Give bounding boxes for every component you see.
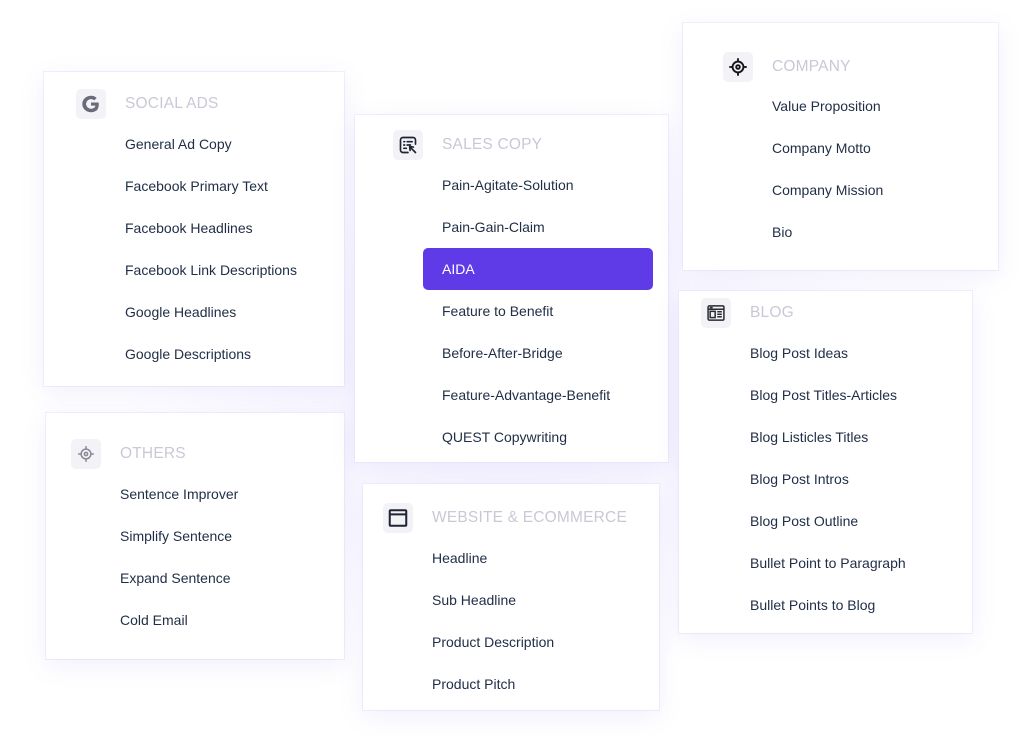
card-others: OTHERS Sentence Improver Simplify Senten… <box>46 413 344 659</box>
google-g-icon <box>76 89 106 119</box>
card-title: BLOG <box>750 304 794 321</box>
card-social-ads: SOCIAL ADS General Ad Copy Facebook Prim… <box>44 72 344 386</box>
list-item[interactable]: Google Headlines <box>125 291 297 333</box>
list-item-selected[interactable]: AIDA <box>423 248 653 290</box>
list-item[interactable]: Bullet Point to Paragraph <box>750 542 906 584</box>
card-company: COMPANY Value Proposition Company Motto … <box>683 23 998 270</box>
list-item[interactable]: Pain-Agitate-Solution <box>423 164 653 206</box>
list-item[interactable]: Feature to Benefit <box>423 290 653 332</box>
card-title: OTHERS <box>120 445 186 462</box>
card-header: BLOG <box>701 298 794 328</box>
list-item[interactable]: Blog Post Ideas <box>750 332 906 374</box>
list-item[interactable]: Bullet Points to Blog <box>750 584 906 626</box>
card-header: WEBSITE & ECOMMERCE <box>383 503 627 533</box>
card-website-ecommerce: WEBSITE & ECOMMERCE Headline Sub Headlin… <box>363 484 659 710</box>
item-list: Headline Sub Headline Product Descriptio… <box>432 537 554 705</box>
item-list: Pain-Agitate-Solution Pain-Gain-Claim AI… <box>423 164 653 458</box>
list-item[interactable]: Headline <box>432 537 554 579</box>
list-item[interactable]: Sub Headline <box>432 579 554 621</box>
list-item[interactable]: Product Pitch <box>432 663 554 705</box>
list-item[interactable]: Feature-Advantage-Benefit <box>423 374 653 416</box>
card-header: COMPANY <box>723 52 851 82</box>
card-sales-copy: SALES COPY Pain-Agitate-Solution Pain-Ga… <box>355 115 668 462</box>
list-item[interactable]: QUEST Copywriting <box>423 416 653 458</box>
card-title: WEBSITE & ECOMMERCE <box>432 509 627 526</box>
crosshair-target-icon <box>723 52 753 82</box>
list-item[interactable]: Product Description <box>432 621 554 663</box>
list-item[interactable]: Blog Listicles Titles <box>750 416 906 458</box>
card-header: OTHERS <box>71 439 186 469</box>
blog-layout-icon <box>701 298 731 328</box>
list-item[interactable]: Simplify Sentence <box>120 515 238 557</box>
item-list: General Ad Copy Facebook Primary Text Fa… <box>125 123 297 375</box>
list-item[interactable]: Company Mission <box>772 169 883 211</box>
browser-window-icon <box>383 503 413 533</box>
card-header: SOCIAL ADS <box>76 89 219 119</box>
item-list: Sentence Improver Simplify Sentence Expa… <box>120 473 238 641</box>
list-item[interactable]: Facebook Primary Text <box>125 165 297 207</box>
list-item[interactable]: Value Proposition <box>772 85 883 127</box>
list-item[interactable]: Expand Sentence <box>120 557 238 599</box>
list-item[interactable]: Before-After-Bridge <box>423 332 653 374</box>
list-item[interactable]: Blog Post Intros <box>750 458 906 500</box>
list-item[interactable]: General Ad Copy <box>125 123 297 165</box>
item-list: Blog Post Ideas Blog Post Titles-Article… <box>750 332 906 626</box>
crosshair-target-icon <box>71 439 101 469</box>
document-edit-icon <box>393 130 423 160</box>
list-item[interactable]: Company Motto <box>772 127 883 169</box>
item-list: Value Proposition Company Motto Company … <box>772 85 883 253</box>
list-item[interactable]: Sentence Improver <box>120 473 238 515</box>
card-blog: BLOG Blog Post Ideas Blog Post Titles-Ar… <box>679 291 972 633</box>
card-title: COMPANY <box>772 58 851 75</box>
card-title: SOCIAL ADS <box>125 95 219 112</box>
list-item[interactable]: Pain-Gain-Claim <box>423 206 653 248</box>
list-item[interactable]: Blog Post Outline <box>750 500 906 542</box>
list-item[interactable]: Google Descriptions <box>125 333 297 375</box>
list-item[interactable]: Facebook Headlines <box>125 207 297 249</box>
card-header: SALES COPY <box>393 130 542 160</box>
list-item[interactable]: Blog Post Titles-Articles <box>750 374 906 416</box>
list-item[interactable]: Cold Email <box>120 599 238 641</box>
list-item[interactable]: Bio <box>772 211 883 253</box>
card-title: SALES COPY <box>442 136 543 153</box>
list-item[interactable]: Facebook Link Descriptions <box>125 249 297 291</box>
